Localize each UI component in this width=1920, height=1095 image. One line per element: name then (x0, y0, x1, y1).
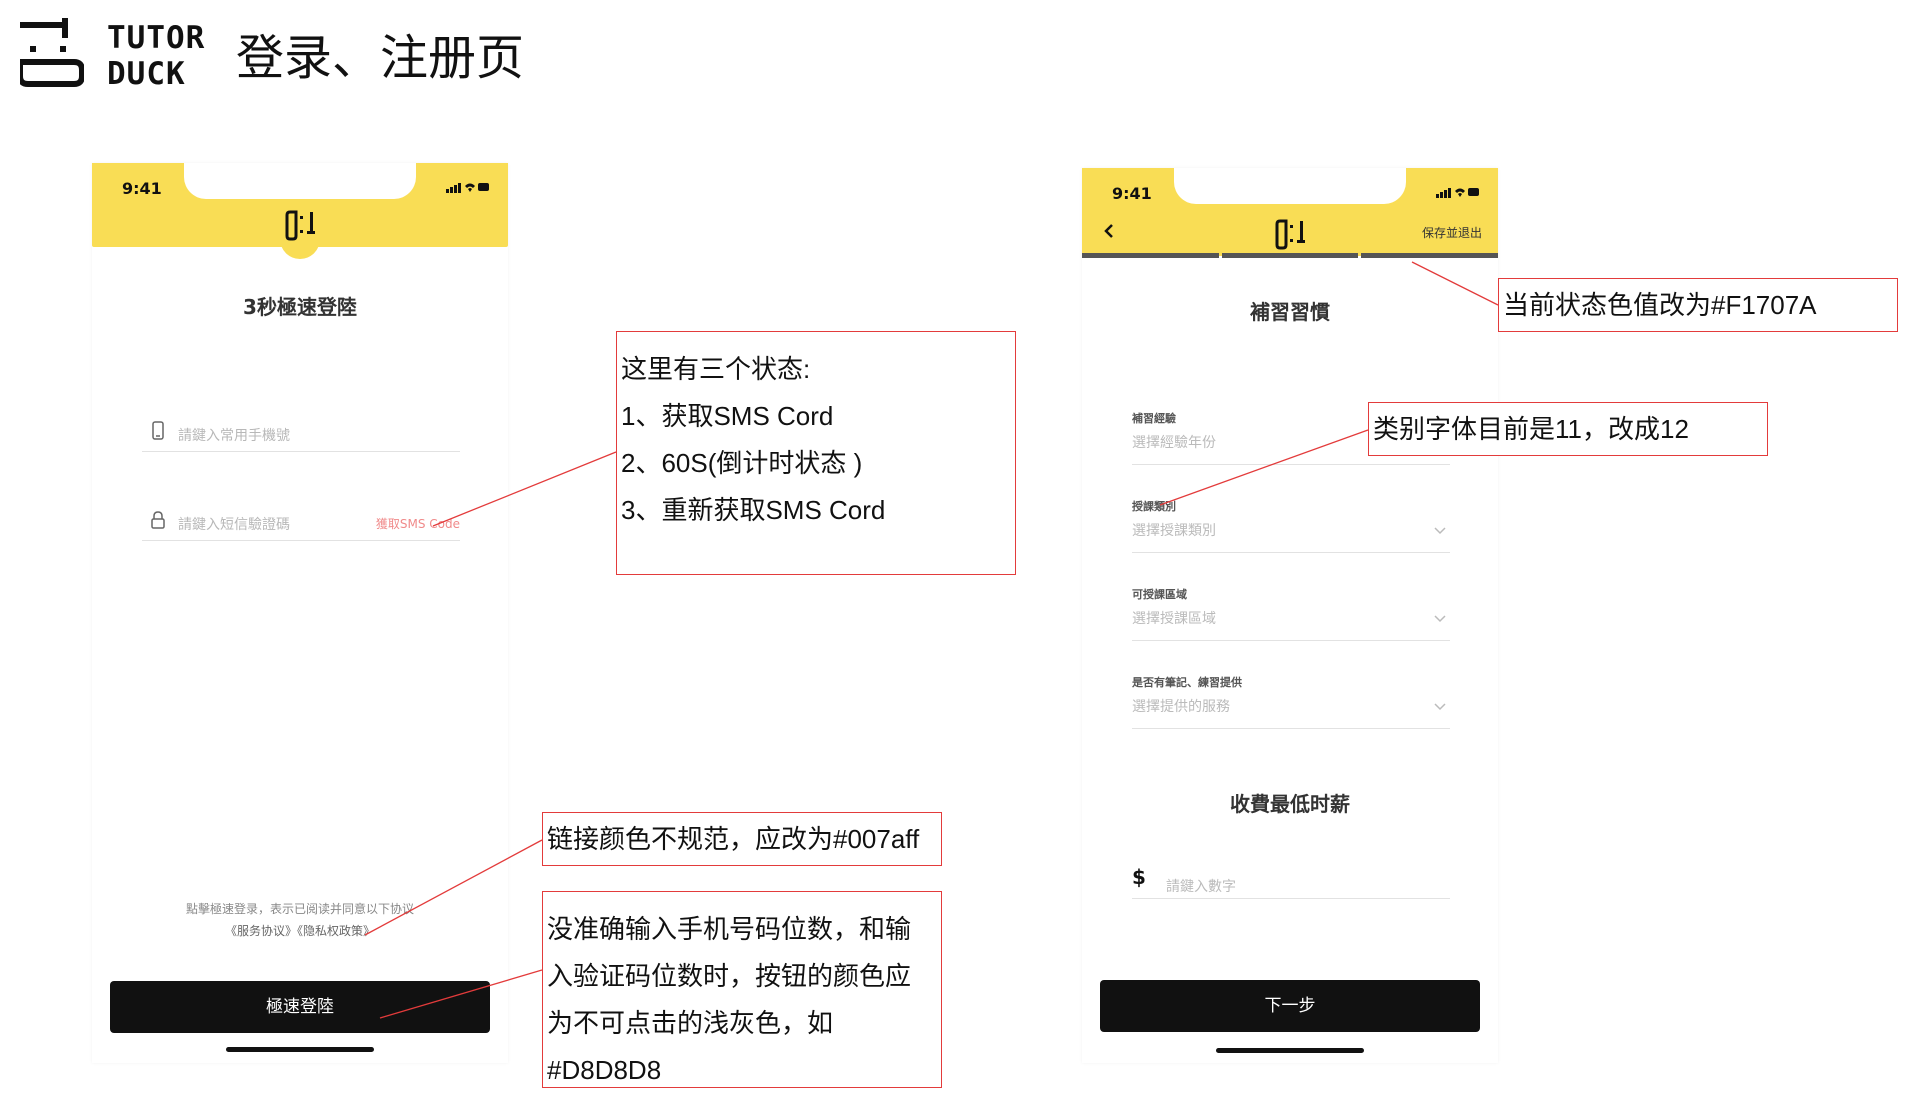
annotation-sms-states: 这里有三个状态: 1、获取SMS Cord 2、60S(倒计时状态 ) 3、重新… (616, 331, 1016, 575)
note-line: 没准确输入手机号码位数，和输 (547, 914, 912, 944)
note-line: #D8D8D8 (547, 1055, 662, 1085)
verification-code-input[interactable]: 請鍵入短信驗證碼 獲取SMS Code (142, 506, 460, 541)
field-placeholder: 選擇授課區域 (1132, 611, 1216, 627)
chevron-down-icon (1434, 615, 1446, 623)
next-step-button[interactable]: 下一步 (1100, 980, 1480, 1032)
status-icons (446, 183, 489, 193)
code-placeholder: 請鍵入短信驗證碼 (178, 517, 290, 533)
app-logo-icon (285, 210, 315, 241)
wage-placeholder: 請鍵入數字 (1166, 879, 1236, 895)
progress-step (1082, 253, 1219, 258)
subject-category-select[interactable]: 授課類別 選擇授課類別 (1132, 492, 1450, 553)
back-chevron-icon[interactable] (1102, 222, 1116, 240)
tutor-duck-logo-icon (20, 18, 84, 87)
phone-notch (1174, 168, 1406, 204)
note-line: 当前状态色值改为#F1707A (1503, 290, 1817, 320)
step-progress-bar (1082, 253, 1498, 258)
home-indicator (1216, 1048, 1364, 1053)
login-phone-screen: 9:41 3秒極速登陸 請鍵入常用手機號 請鍵入短信驗證碼 獲取SMS Code… (92, 163, 508, 1063)
get-sms-code-link[interactable]: 獲取SMS Code (376, 515, 460, 532)
mobile-phone-icon (152, 421, 164, 440)
chevron-down-icon (1434, 703, 1446, 711)
page-title: 登录、注册页 (236, 30, 525, 86)
app-logo-icon (1275, 219, 1305, 250)
field-placeholder: 選擇授課類別 (1132, 523, 1216, 539)
note-line: 3、重新获取SMS Cord (621, 495, 886, 525)
min-wage-title: 收費最低时薪 (1230, 792, 1350, 816)
save-and-exit-button[interactable]: 保存並退出 (1422, 224, 1482, 241)
note-line: 类别字体目前是11，改成12 (1373, 414, 1689, 444)
field-label: 是否有筆記、練習提供 (1132, 676, 1242, 689)
status-icons (1436, 188, 1479, 198)
field-placeholder: 選擇經驗年份 (1132, 435, 1216, 451)
agreement-links[interactable]: 《服务协议》《隐私权政策》 (92, 920, 508, 942)
progress-step (1361, 253, 1498, 258)
agreement-statement: 點擊極速登录，表示已阅读并同意以下协议 (185, 902, 414, 916)
brand-name: TUTOR DUCK (107, 20, 205, 92)
note-line: 2、60S(倒计时状态 ) (621, 448, 863, 478)
status-time: 9:41 (122, 179, 162, 198)
annotation-category-font-size: 类别字体目前是11，改成12 (1368, 402, 1768, 456)
field-label: 授課類別 (1132, 500, 1176, 513)
annotation-link-color: 链接颜色不规范，应改为#007aff (542, 812, 942, 866)
progress-step (1221, 253, 1359, 258)
note-line: 为不可点击的浅灰色，如 (547, 1008, 834, 1038)
agreement-text: 點擊極速登录，表示已阅读并同意以下协议 《服务协议》《隐私权政策》 (92, 898, 508, 942)
lock-icon (151, 511, 165, 529)
note-line: 链接颜色不规范，应改为#007aff (547, 824, 920, 854)
quick-login-button[interactable]: 極速登陸 (110, 981, 490, 1033)
teaching-area-select[interactable]: 可授課區域 選擇授課區域 (1132, 580, 1450, 641)
status-time: 9:41 (1112, 184, 1152, 203)
phone-placeholder: 請鍵入常用手機號 (178, 428, 290, 444)
annotation-button-disabled-state: 没准确输入手机号码位数，和输 入验证码位数时，按钮的颜色应 为不可点击的浅灰色，… (542, 891, 942, 1088)
note-line: 这里有三个状态: (621, 354, 811, 384)
field-label: 補習經驗 (1132, 412, 1176, 425)
phone-notch (184, 163, 416, 199)
chevron-down-icon (1434, 527, 1446, 535)
field-placeholder: 選擇提供的服務 (1132, 699, 1230, 715)
note-line: 1、获取SMS Cord (621, 401, 834, 431)
profile-title: 補習習慣 (1250, 300, 1330, 324)
login-title: 3秒極速登陸 (243, 295, 357, 319)
field-label: 可授課區域 (1132, 588, 1187, 601)
home-indicator (226, 1047, 374, 1052)
phone-number-input[interactable]: 請鍵入常用手機號 (142, 417, 460, 452)
brand-line-2: DUCK (107, 56, 186, 92)
min-wage-input[interactable]: 請鍵入數字 (1132, 868, 1450, 899)
notes-service-select[interactable]: 是否有筆記、練習提供 選擇提供的服務 (1132, 668, 1450, 729)
brand-line-1: TUTOR (107, 20, 206, 56)
profile-phone-screen: 9:41 保存並退出 補習習慣 補習經驗 選擇經驗年份 授課類別 選擇授課類別 … (1082, 168, 1498, 1063)
annotation-progress-color: 当前状态色值改为#F1707A (1498, 278, 1898, 332)
note-line: 入验证码位数时，按钮的颜色应 (547, 961, 912, 991)
